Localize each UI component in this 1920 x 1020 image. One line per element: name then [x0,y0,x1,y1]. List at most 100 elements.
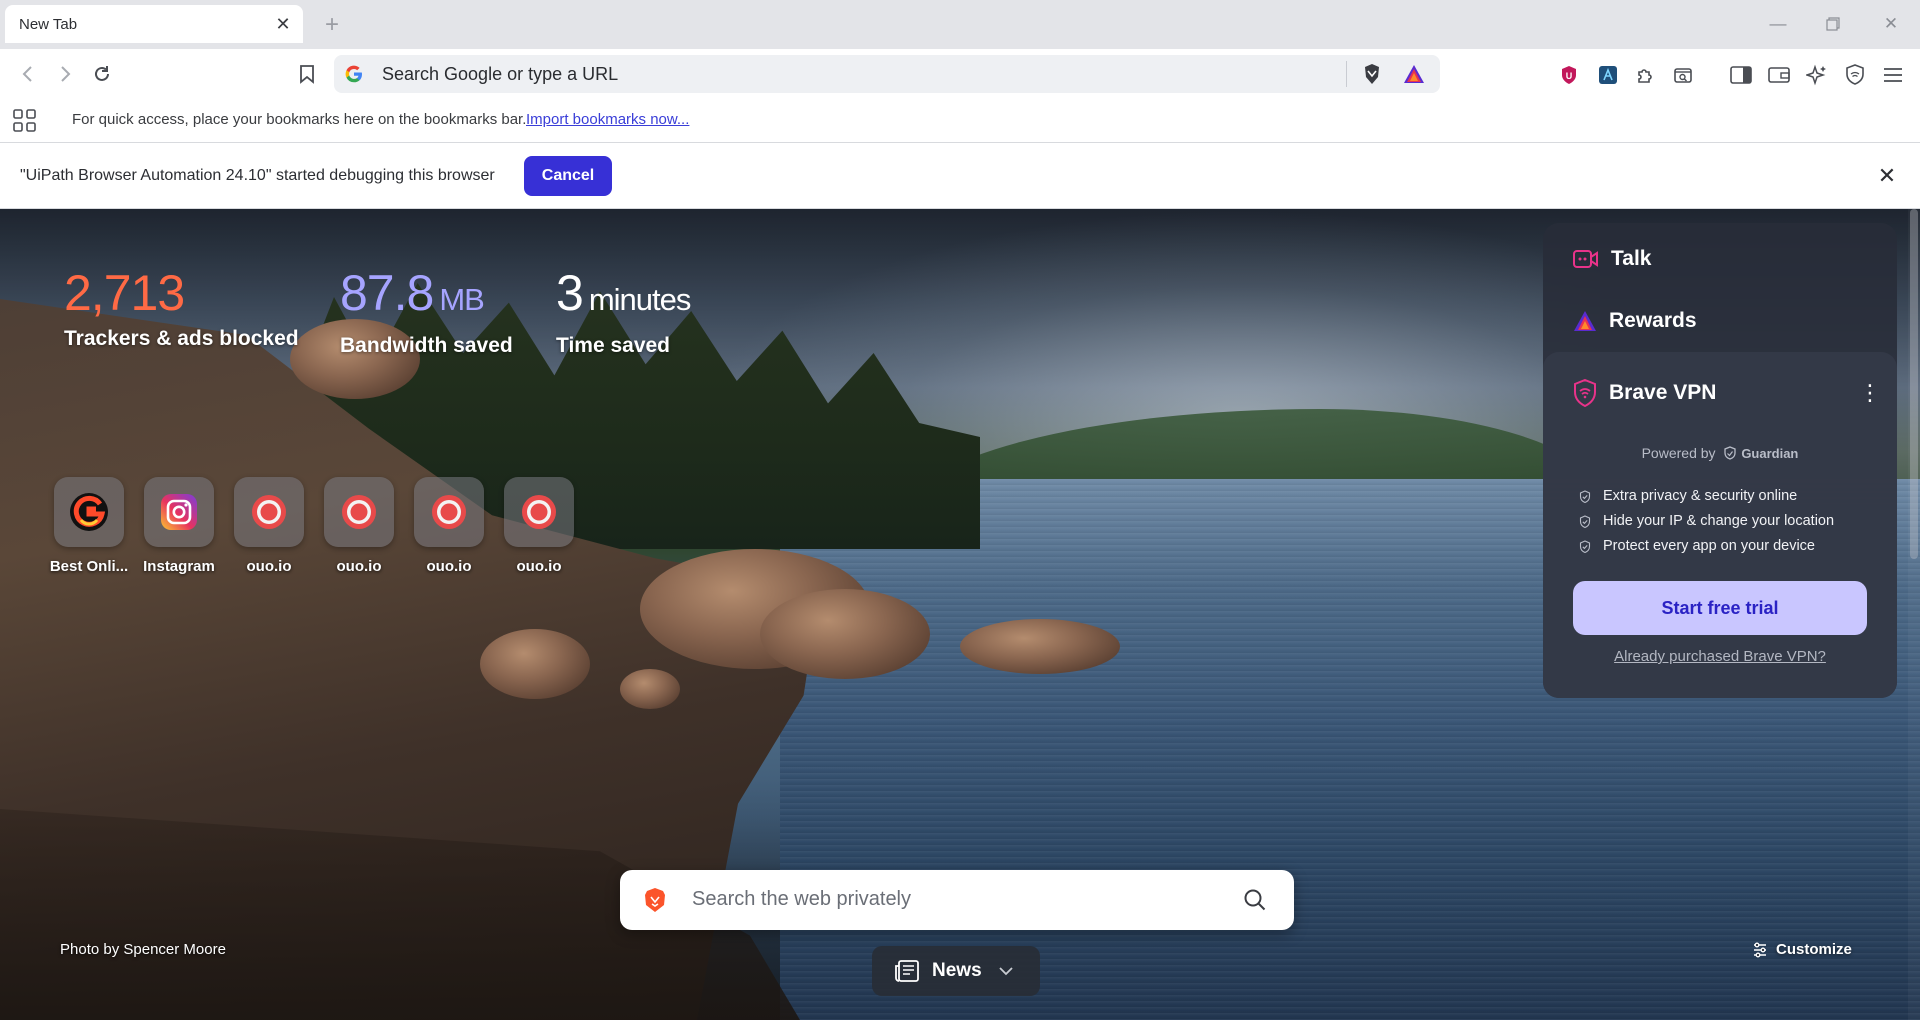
address-bar[interactable]: Search Google or type a URL [334,55,1440,93]
vpn-feature-text: Hide your IP & change your location [1603,513,1835,529]
stat-number: 2,713 [64,265,185,321]
stat-label: Trackers & ads blocked [64,327,299,350]
reload-icon[interactable] [88,60,116,88]
stat-value: 3 minutes [556,265,692,328]
top-site-label: ouo.io [336,558,382,575]
tab-title: New Tab [19,15,78,33]
svg-text:U: U [1566,71,1573,81]
forward-icon[interactable] [51,60,79,88]
search-icon[interactable] [1242,887,1268,913]
search-placeholder: Search the web privately [692,888,912,910]
toolbar: Search Google or type a URL U [0,49,1920,99]
import-bookmarks-link[interactable]: Import bookmarks now... [526,111,689,128]
photo-credit: Photo by Spencer Moore [60,941,226,958]
customize-label: Customize [1776,941,1852,958]
top-site-label: ouo.io [246,558,292,575]
background-rock [620,669,680,709]
top-site-label: ouo.io [426,558,472,575]
vpn-feature-item: Hide your IP & change your location [1579,513,1834,529]
infobar-close-icon[interactable]: ✕ [1874,163,1900,189]
top-site-tile[interactable]: Best Onli... [49,477,129,575]
news-label: News [932,960,982,981]
tab-close-icon[interactable]: ✕ [273,14,293,34]
ublock-extension-icon[interactable]: U [1556,62,1582,88]
bookmarks-bar-message: For quick access, place your bookmarks h… [72,111,527,128]
top-site-label: Best Onli... [49,558,129,575]
powered-by-guardian: Powered by Guardian [1543,445,1897,461]
ouo-icon [504,477,574,547]
top-site-tile[interactable]: ouo.io [229,477,309,575]
tab-strip: New Tab ✕ + — ✕ [0,0,1920,49]
vpn-feature-text: Extra privacy & security online [1603,488,1798,504]
stat-number: 3 [556,265,584,321]
cancel-button[interactable]: Cancel [524,156,612,196]
rewards-widget[interactable]: Rewards [1573,309,1697,333]
stat-time-saved: 3 minutes Time saved [556,265,692,358]
vpn-feature-item: Protect every app on your device [1579,538,1815,554]
stat-unit: minutes [588,282,692,317]
brave-rewards-icon[interactable] [1400,61,1428,87]
infobar-message: "UiPath Browser Automation 24.10" starte… [20,167,495,184]
scrollbar-thumb[interactable] [1910,209,1918,559]
vpn-feature-item: Extra privacy & security online [1579,488,1797,504]
vpn-feature-text: Protect every app on your device [1603,538,1815,554]
restore-icon[interactable] [1813,8,1853,40]
background-rock [480,629,590,699]
sliders-icon [1754,942,1766,957]
stat-trackers-blocked: 2,713 Trackers & ads blocked [64,265,299,351]
customize-button[interactable]: Customize [1752,941,1852,958]
already-purchased-link[interactable]: Already purchased Brave VPN? [1543,648,1897,665]
talk-label: Talk [1611,247,1652,270]
menu-icon[interactable] [1880,62,1906,88]
news-button[interactable]: News [872,946,1040,996]
apps-grid-icon[interactable] [12,108,38,134]
guardian-brand-text: Guardian [1741,446,1799,461]
web-search-box[interactable]: Search the web privately [620,870,1294,930]
stat-value: 87.8 MB [340,265,513,328]
ouo-icon [324,477,394,547]
ouo-icon [414,477,484,547]
divider [1346,61,1347,87]
vpn-more-options-icon[interactable]: ⋮ [1859,380,1881,406]
talk-widget[interactable]: Talk [1573,247,1651,271]
ouo-icon [234,477,304,547]
background-rock [960,619,1120,674]
top-site-tile[interactable]: ouo.io [319,477,399,575]
leo-ai-icon[interactable] [1804,62,1830,88]
vpn-shield-icon[interactable] [1842,62,1868,88]
top-site-tile[interactable]: Instagram [139,477,219,575]
new-tab-button[interactable]: + [319,12,345,38]
google-icon [345,65,362,83]
top-site-tile[interactable]: ouo.io [499,477,579,575]
search-tab-icon[interactable] [1670,62,1696,88]
rewards-label: Rewards [1609,309,1697,332]
back-icon[interactable] [14,60,42,88]
uipath-extension-icon[interactable] [1595,62,1621,88]
wallet-icon[interactable] [1766,62,1792,88]
shield-check-icon [1579,539,1591,553]
background-rock [760,589,930,679]
newspaper-icon [895,960,919,982]
sidebar-icon[interactable] [1728,62,1754,88]
stat-value: 2,713 [64,265,299,321]
rewards-triangle-icon [1574,311,1596,331]
new-tab-page: 2,713 Trackers & ads blocked 87.8 MB Band… [0,209,1920,1020]
start-free-trial-button[interactable]: Start free trial [1573,581,1867,635]
top-site-label: Instagram [143,558,215,575]
debugging-infobar: "UiPath Browser Automation 24.10" starte… [0,143,1920,209]
talk-camera-icon [1573,250,1598,268]
tab-new-tab[interactable]: New Tab ✕ [5,5,303,43]
top-site-tile[interactable]: ouo.io [409,477,489,575]
top-site-label: ouo.io [516,558,562,575]
brave-lion-icon [645,888,665,912]
address-bar-placeholder: Search Google or type a URL [382,64,619,84]
bookmark-icon[interactable] [293,60,321,88]
minimize-icon[interactable]: — [1758,8,1798,40]
bookmarks-bar: For quick access, place your bookmarks h… [0,99,1920,143]
brave-shields-icon[interactable] [1358,61,1386,87]
stat-unit: MB [439,282,484,317]
shield-check-icon [1579,514,1591,528]
stat-number: 87.8 [340,265,434,321]
close-window-icon[interactable]: ✕ [1871,8,1911,40]
puzzle-extensions-icon[interactable] [1633,62,1659,88]
